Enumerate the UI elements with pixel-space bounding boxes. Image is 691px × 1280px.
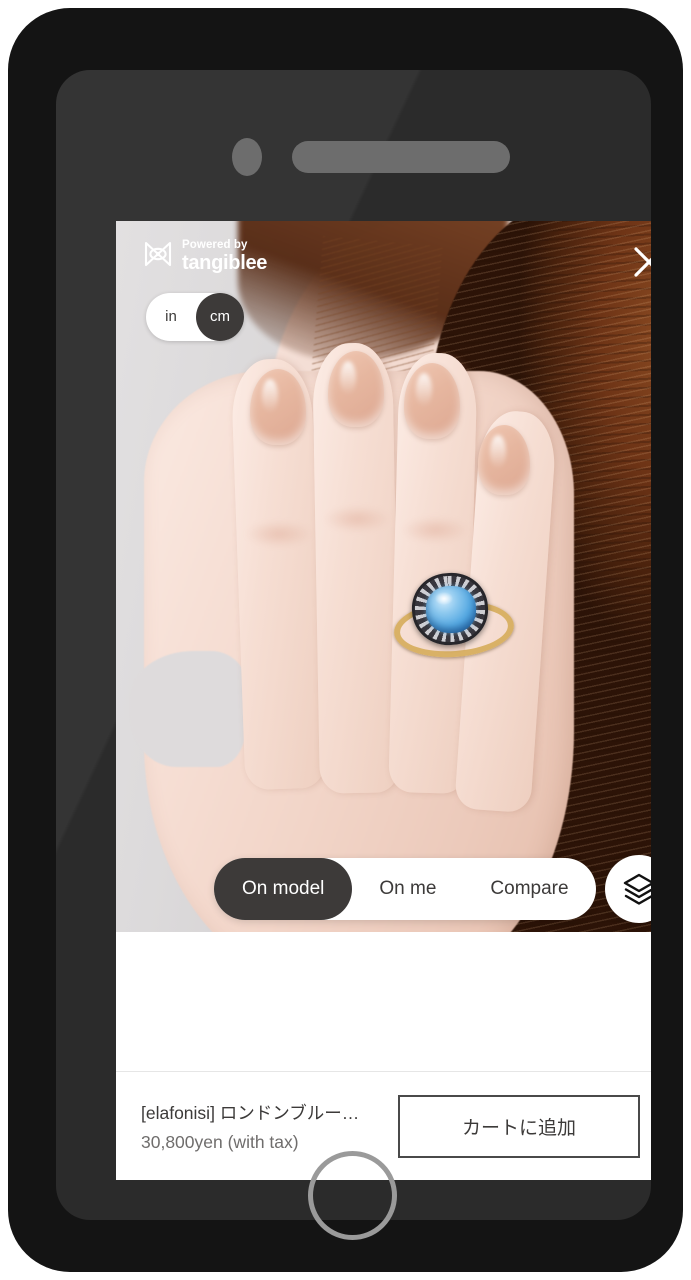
tab-on-me[interactable]: On me (352, 858, 463, 920)
ring-gemstone (426, 586, 476, 633)
tab-compare[interactable]: Compare (463, 858, 595, 920)
close-button[interactable] (628, 241, 651, 283)
product-info: [elafonisi] ロンドンブルー… 30,800yen (with tax… (116, 1100, 394, 1153)
product-title: [elafonisi] ロンドンブルー… (141, 1100, 394, 1125)
hero-image-viewport[interactable]: Powered by tangiblee in cm (116, 221, 651, 932)
tab-on-model[interactable]: On model (214, 858, 352, 920)
earpiece-speaker (292, 141, 510, 173)
tangiblee-wordmark: tangiblee (182, 253, 267, 273)
unit-toggle[interactable]: in cm (146, 293, 244, 341)
unit-option-cm[interactable]: cm (196, 293, 244, 341)
phone-screen-bezel: Powered by tangiblee in cm (56, 70, 651, 1220)
unit-option-in[interactable]: in (146, 293, 196, 341)
tangiblee-eye-logo-icon (143, 240, 173, 273)
tangiblee-viewer-card: Powered by tangiblee in cm (116, 221, 651, 1180)
phone-frame: Powered by tangiblee in cm (8, 8, 683, 1272)
view-mode-tabs[interactable]: On model On me Compare (214, 858, 596, 920)
home-button[interactable] (308, 1151, 397, 1240)
product-price: 30,800yen (with tax) (141, 1132, 394, 1153)
thumbnail-strip[interactable] (116, 932, 651, 1072)
brand-text: Powered by tangiblee (182, 240, 267, 273)
close-icon (628, 241, 651, 283)
add-to-cart-button[interactable]: カートに追加 (398, 1095, 640, 1158)
front-camera-icon (232, 138, 262, 176)
brand-badge: Powered by tangiblee (143, 240, 267, 273)
powered-by-label: Powered by (182, 240, 267, 252)
layers-icon (621, 871, 651, 907)
